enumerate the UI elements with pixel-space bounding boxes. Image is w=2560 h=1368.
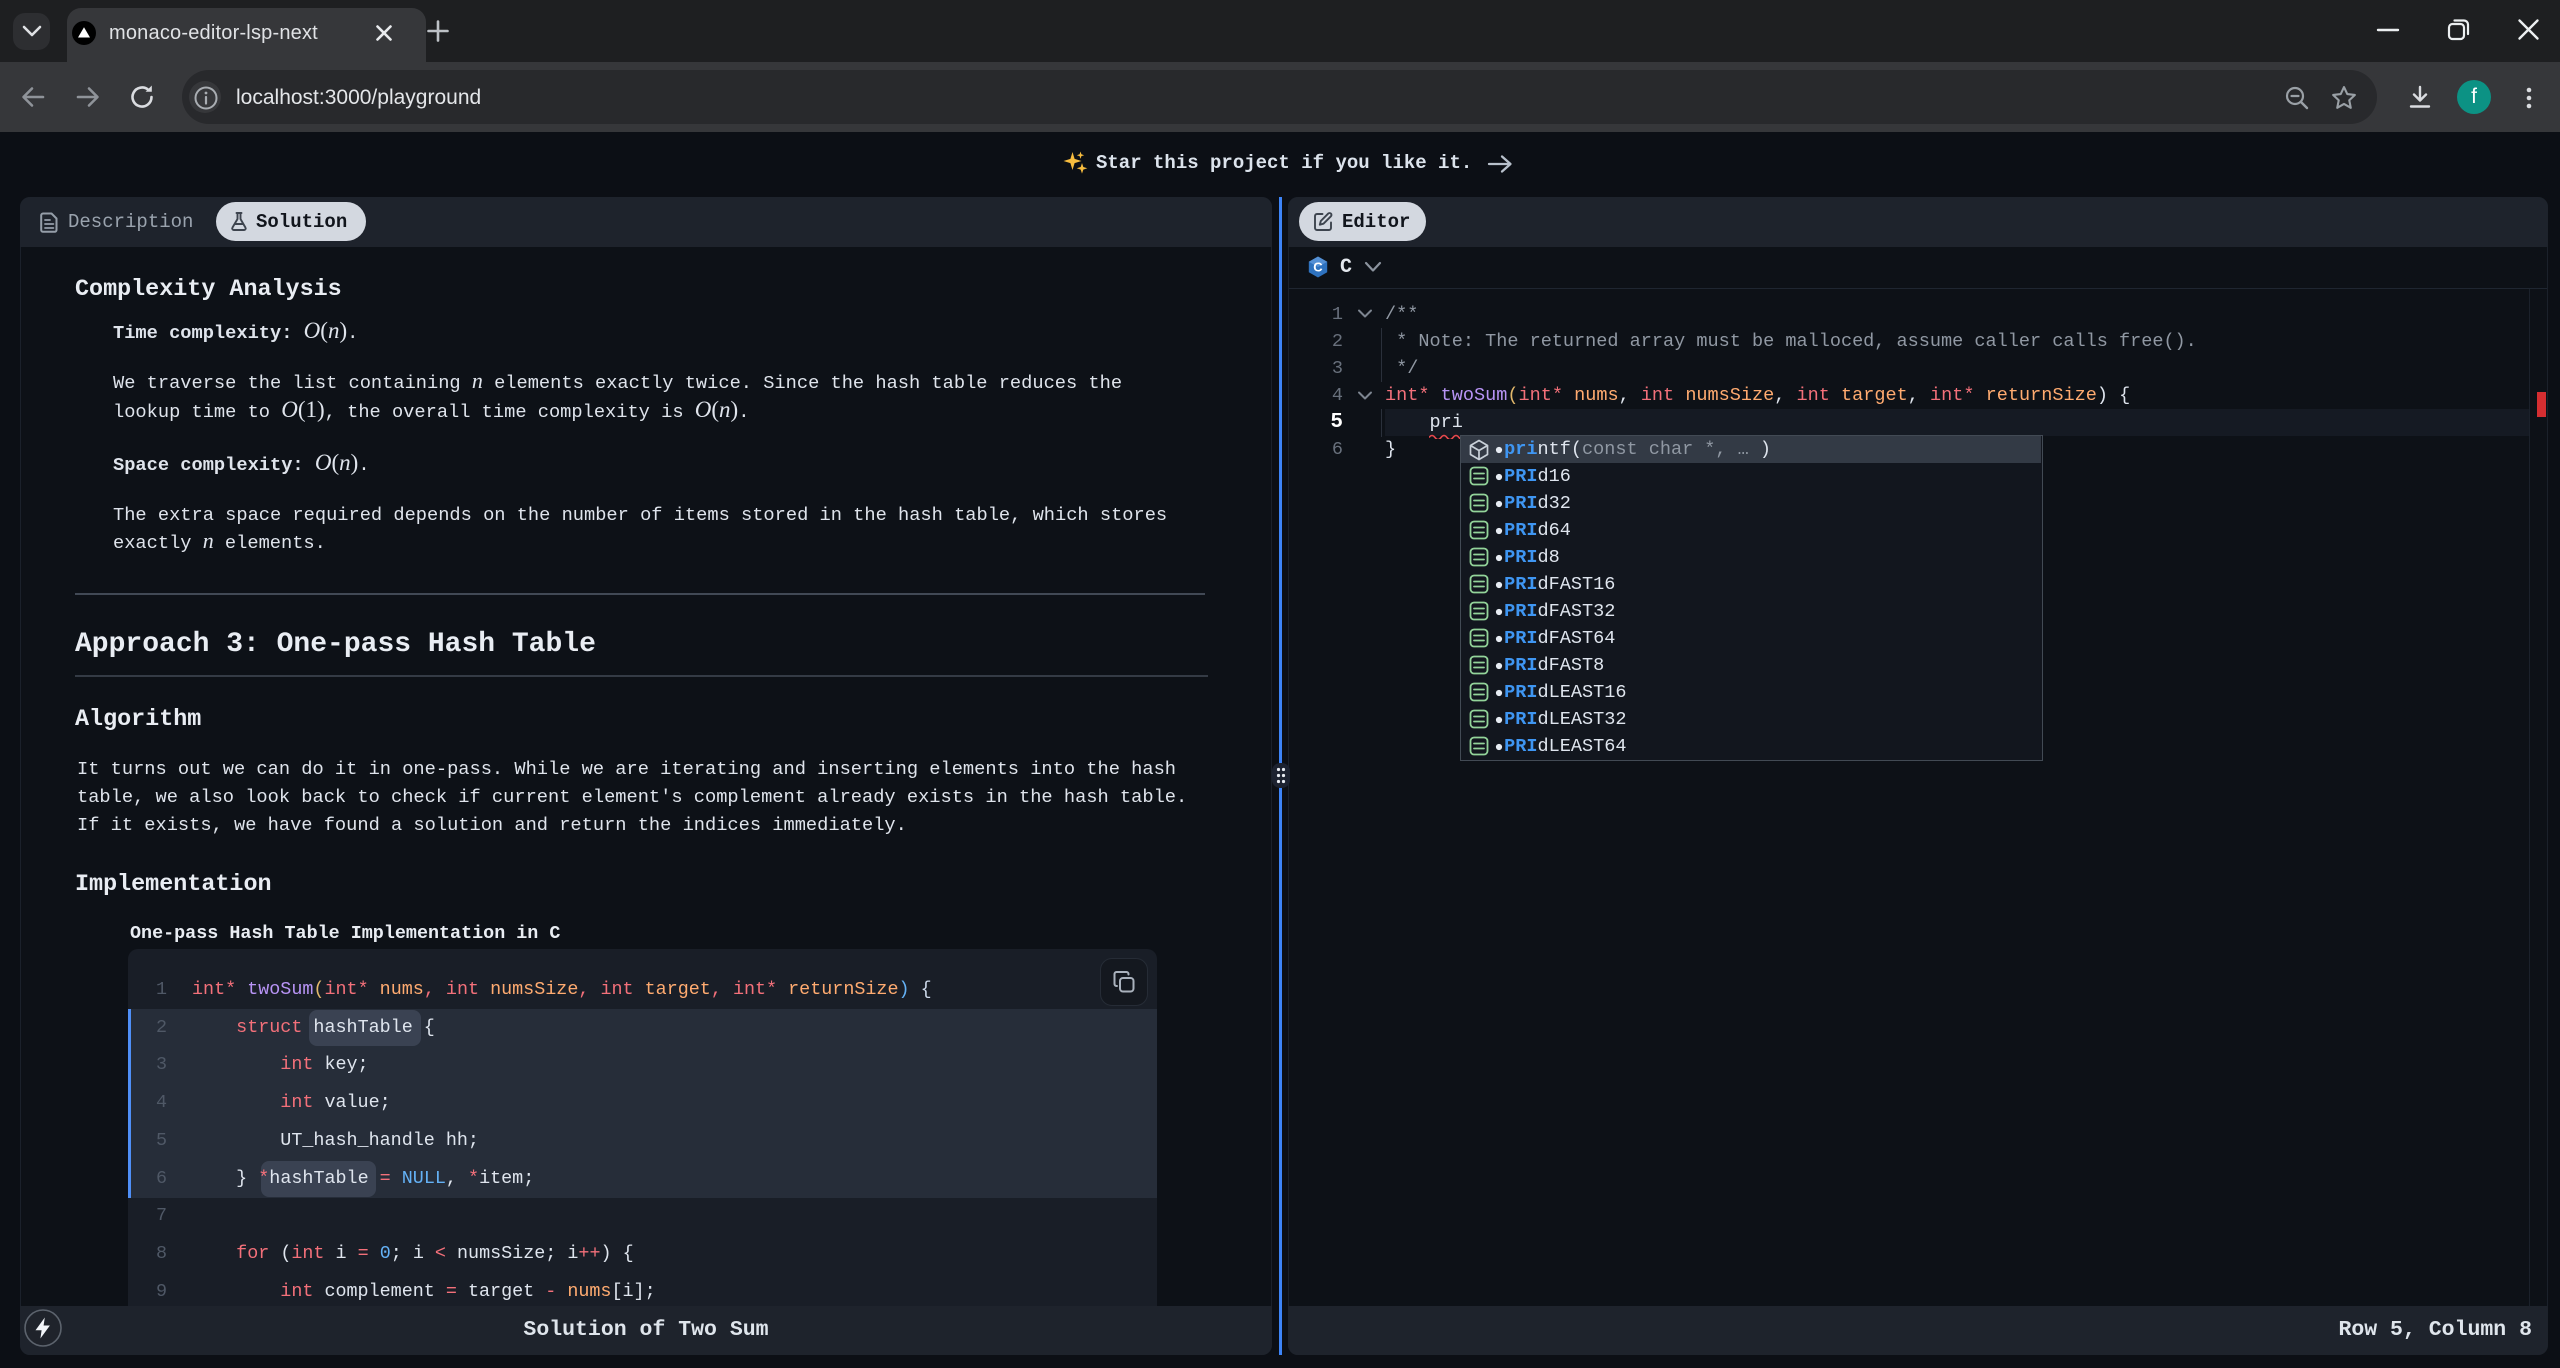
svg-text:C: C [1313,260,1323,275]
